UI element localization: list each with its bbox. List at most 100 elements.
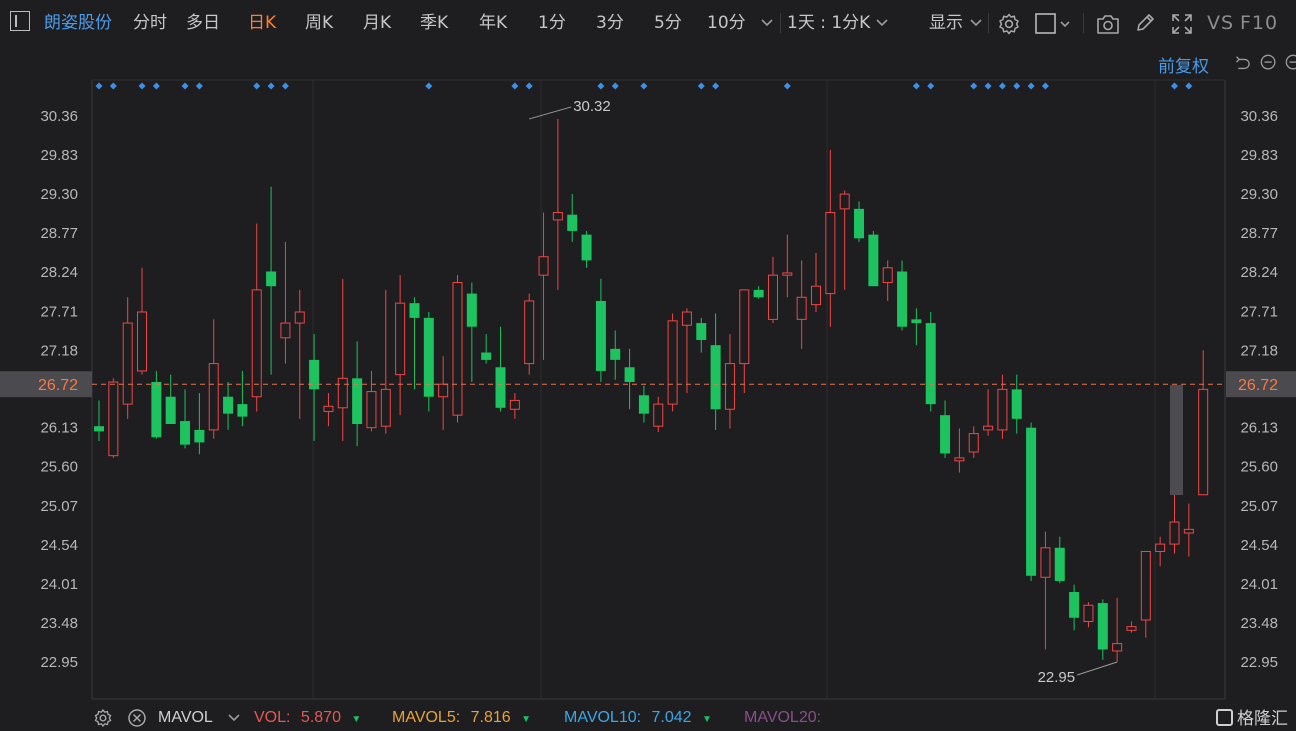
divider xyxy=(780,13,781,33)
tab-multi-day[interactable]: 多日 xyxy=(186,12,220,34)
price-tick-label-right: 27.18 xyxy=(1240,342,1278,359)
candle-body-down xyxy=(352,378,363,424)
candle-body-down xyxy=(1011,389,1022,419)
candle-body-down xyxy=(1097,603,1108,650)
candle-body-up xyxy=(1112,643,1123,652)
candle-body-down xyxy=(466,293,477,327)
candle-body-up xyxy=(968,433,979,453)
undo-icon[interactable] xyxy=(1232,54,1250,72)
price-tick-label-left: 28.24 xyxy=(40,264,78,281)
brand-logo: 格隆汇 xyxy=(1216,704,1288,729)
settings-gear-icon[interactable] xyxy=(997,12,1021,36)
candle-body-up xyxy=(653,403,664,427)
candle-body-down xyxy=(94,426,104,432)
pencil-icon[interactable] xyxy=(1134,12,1156,34)
candle[interactable] xyxy=(423,312,434,412)
candle-body-up xyxy=(767,274,778,320)
candle-body-up xyxy=(839,193,850,210)
candle-body-down xyxy=(868,234,879,287)
candle-body-up xyxy=(739,289,750,365)
tab-quarterly-k[interactable]: 季K xyxy=(420,12,448,34)
mavol10-value: 7.042 xyxy=(651,709,692,726)
candle[interactable] xyxy=(868,230,879,287)
price-tick-label-right: 25.60 xyxy=(1240,459,1278,476)
tab-yearly-k[interactable]: 年K xyxy=(479,12,507,34)
adjust-mode-button[interactable]: 前复权 xyxy=(1158,52,1209,77)
candle-body-down xyxy=(696,323,707,340)
candle-body-up xyxy=(1140,550,1151,621)
candle-body-down xyxy=(581,234,592,261)
tab-monthly-k[interactable]: 月K xyxy=(363,12,391,34)
low-annotation-label: 22.95 xyxy=(1038,669,1076,686)
tab-intraday[interactable]: 分时 xyxy=(133,12,167,34)
candle[interactable] xyxy=(667,313,678,412)
candle-body-up xyxy=(538,256,549,276)
current-price-label-left: 26.72 xyxy=(38,377,78,394)
candle[interactable] xyxy=(524,293,535,375)
close-circle-icon[interactable] xyxy=(127,708,147,728)
camera-icon[interactable] xyxy=(1096,13,1120,35)
candle-body-up xyxy=(1083,604,1094,622)
price-tick-label-left: 26.13 xyxy=(40,420,78,437)
sidebar-toggle-icon[interactable] xyxy=(10,11,30,31)
candle-body-up xyxy=(337,377,348,409)
kline-chart[interactable]: 30.36 29.83 29.30 28.77 28.24 27.71 27.18 26.13… xyxy=(0,46,1296,702)
fullscreen-icon[interactable] xyxy=(1170,12,1194,36)
price-tick-label-left: 25.60 xyxy=(40,459,78,476)
indicator-bar: MAVOL VOL: 5.870 ▼ MAVOL5: 7.816 ▼ MAVOL… xyxy=(0,702,1296,731)
candle-body-up xyxy=(825,212,836,295)
candle-body-down xyxy=(194,429,205,443)
candle-body-down xyxy=(1069,592,1080,618)
logo-text: 格隆汇 xyxy=(1237,709,1288,729)
zoom-in-icon[interactable] xyxy=(1285,54,1296,72)
candle-body-up xyxy=(251,289,262,398)
candle-body-down xyxy=(638,395,649,414)
zoom-out-icon[interactable] xyxy=(1260,54,1278,72)
candle[interactable] xyxy=(452,275,463,423)
candle-body-up xyxy=(380,388,391,427)
display-menu[interactable]: 显示 xyxy=(929,12,963,34)
candle-body-up xyxy=(509,399,520,410)
candle[interactable] xyxy=(108,378,119,458)
candle-body-down xyxy=(753,289,764,298)
candle-body-down xyxy=(266,271,277,287)
indicator-select[interactable]: MAVOL xyxy=(158,709,213,727)
price-tick-label-right: 27.71 xyxy=(1240,303,1278,320)
candle-body-down xyxy=(423,317,434,397)
candle-body-up xyxy=(724,363,735,410)
candle-body-down xyxy=(237,404,248,417)
tab-weekly-k[interactable]: 周K xyxy=(305,12,333,34)
candle-body-up xyxy=(366,391,377,429)
candle-body-up xyxy=(782,272,793,276)
candle-body-down xyxy=(409,303,420,318)
f10-button[interactable]: F10 xyxy=(1240,12,1278,34)
divider xyxy=(988,13,989,33)
indicator-settings-gear-icon[interactable] xyxy=(93,708,113,728)
price-tick-label-left: 30.36 xyxy=(40,108,78,125)
layout-box-icon[interactable] xyxy=(1035,12,1073,36)
candle-body-up xyxy=(137,311,148,372)
candle-body-down xyxy=(567,214,578,231)
candle-body-down xyxy=(911,319,922,324)
candle-body-up xyxy=(108,381,119,457)
tab-1min[interactable]: 1分 xyxy=(538,12,566,34)
interval-chevron-icon[interactable] xyxy=(876,18,888,28)
more-periods-chevron-icon[interactable] xyxy=(761,18,773,28)
stock-name[interactable]: 朗姿股份 xyxy=(44,12,112,34)
candle-body-up xyxy=(122,322,133,405)
interval-select[interactable]: 1天 : 1分K xyxy=(787,12,870,34)
tab-3min[interactable]: 3分 xyxy=(596,12,624,34)
tab-daily-k[interactable]: 日K xyxy=(248,12,276,34)
candle-body-up xyxy=(954,457,965,462)
candle[interactable] xyxy=(925,312,936,412)
candle-body-up xyxy=(323,405,334,412)
price-tick-label-left: 23.48 xyxy=(40,615,78,632)
price-tick-label-right: 23.48 xyxy=(1240,615,1278,632)
vol-label: VOL: 5.870 ▼ xyxy=(254,709,361,727)
tab-10min[interactable]: 10分 xyxy=(707,12,746,34)
tab-5min[interactable]: 5分 xyxy=(654,12,682,34)
display-chevron-icon[interactable] xyxy=(970,18,982,28)
candle[interactable] xyxy=(1026,422,1037,581)
vs-button[interactable]: VS xyxy=(1207,12,1234,34)
indicator-chevron-icon[interactable] xyxy=(228,713,240,723)
